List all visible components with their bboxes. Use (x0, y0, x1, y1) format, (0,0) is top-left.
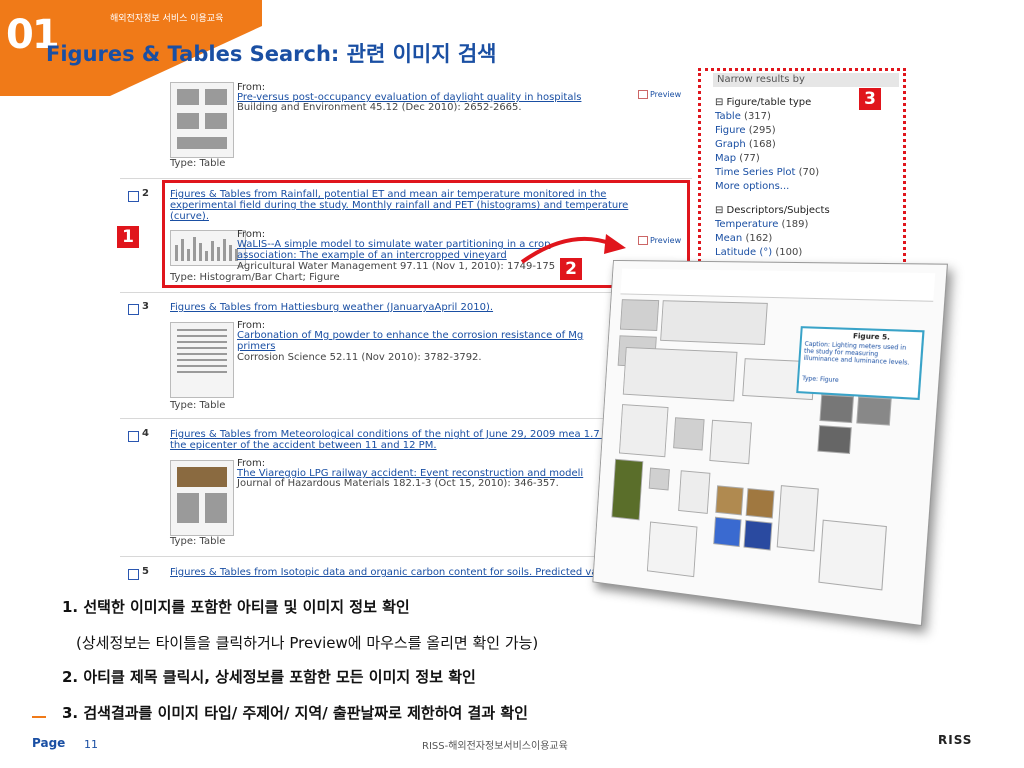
facet-item[interactable]: Latitude (°) (100) (715, 247, 802, 258)
facet-item[interactable]: Map (77) (715, 153, 760, 164)
sidebar-heading: Narrow results by (713, 73, 899, 87)
more-options-link[interactable]: More options... (715, 181, 789, 192)
callout-badge-3: 3 (859, 88, 881, 110)
facet-item[interactable]: Figure (295) (715, 125, 776, 136)
result-title-link[interactable]: Figures & Tables from Isotopic data and … (170, 567, 650, 578)
instruction-2: 2. 아티클 제목 클릭시, 상세정보를 포함한 모든 이미지 정보 확인 (62, 668, 476, 686)
result-checkbox[interactable] (128, 191, 139, 202)
figure-caption-tooltip: Figure 5. Caption: Lighting meters used … (796, 326, 925, 401)
riss-logo: RISS (938, 733, 973, 747)
facet-item[interactable]: Table (317) (715, 111, 771, 122)
result-thumbnail[interactable] (170, 82, 234, 158)
instruction-1-detail: (상세정보는 타이틀을 클릭하거나 Preview에 마우스를 올리면 확인 가… (76, 634, 539, 652)
article-meta: Corrosion Science 52.11 (Nov 2010): 3782… (237, 352, 482, 363)
caption-text: Caption: Lighting meters used in the stu… (803, 340, 910, 367)
facet-item[interactable]: Time Series Plot (70) (715, 167, 819, 178)
footer-page-label: Page (32, 736, 66, 750)
caption-title: Figure 5. (852, 332, 891, 342)
result-checkbox[interactable] (128, 304, 139, 315)
instruction-3: 3. 검색결과를 이미지 타입/ 주제어/ 지역/ 출판날짜로 제한하여 결과 … (62, 704, 528, 722)
article-link[interactable]: Carbonation of Mg powder to enhance the … (237, 330, 587, 352)
result-type: Type: Table (170, 400, 226, 411)
instruction-1: 1. 선택한 이미지를 포함한 아티클 및 이미지 정보 확인 (62, 598, 410, 616)
result-thumbnail[interactable] (170, 460, 234, 536)
result-type: Type: Table (170, 158, 226, 169)
result-number: 4 (142, 428, 149, 439)
result-thumbnail[interactable] (170, 322, 234, 398)
footer-title: RISS-해외전자정보서비스이용교육 (422, 741, 568, 752)
facet-item[interactable]: Mean (162) (715, 233, 772, 244)
preview-icon (638, 90, 648, 99)
facet-item[interactable]: Graph (168) (715, 139, 776, 150)
figure-preview-popup: Figure 5. Caption: Lighting meters used … (592, 259, 949, 627)
callout-badge-2: 2 (560, 258, 582, 280)
popup-header (620, 268, 936, 302)
article-meta: Building and Environment 45.12 (Dec 2010… (237, 102, 522, 113)
footer-accent (32, 716, 46, 718)
preview-button[interactable]: Preview (638, 90, 681, 99)
article-meta: Journal of Hazardous Materials 182.1-3 (… (237, 478, 559, 489)
result-number: 2 (142, 188, 149, 199)
facet-group-heading[interactable]: ⊟ Descriptors/Subjects (715, 205, 830, 216)
result-type: Type: Table (170, 536, 226, 547)
result-checkbox[interactable] (128, 569, 139, 580)
result-title-link[interactable]: Figures & Tables from Hattiesburg weathe… (170, 302, 650, 313)
caption-type: Type: Figure (801, 375, 839, 385)
result-number: 5 (142, 566, 149, 577)
footer-page-number: 11 (84, 738, 98, 751)
result-title-link[interactable]: Figures & Tables from Meteorological con… (170, 429, 650, 451)
result-number: 3 (142, 301, 149, 312)
section-subtitle: 해외전자정보 서비스 이용교육 (110, 14, 224, 24)
result-checkbox[interactable] (128, 431, 139, 442)
facet-group-heading[interactable]: ⊟ Figure/table type (715, 97, 811, 108)
facet-item[interactable]: Temperature (189) (715, 219, 808, 230)
callout-badge-1: 1 (117, 226, 139, 248)
